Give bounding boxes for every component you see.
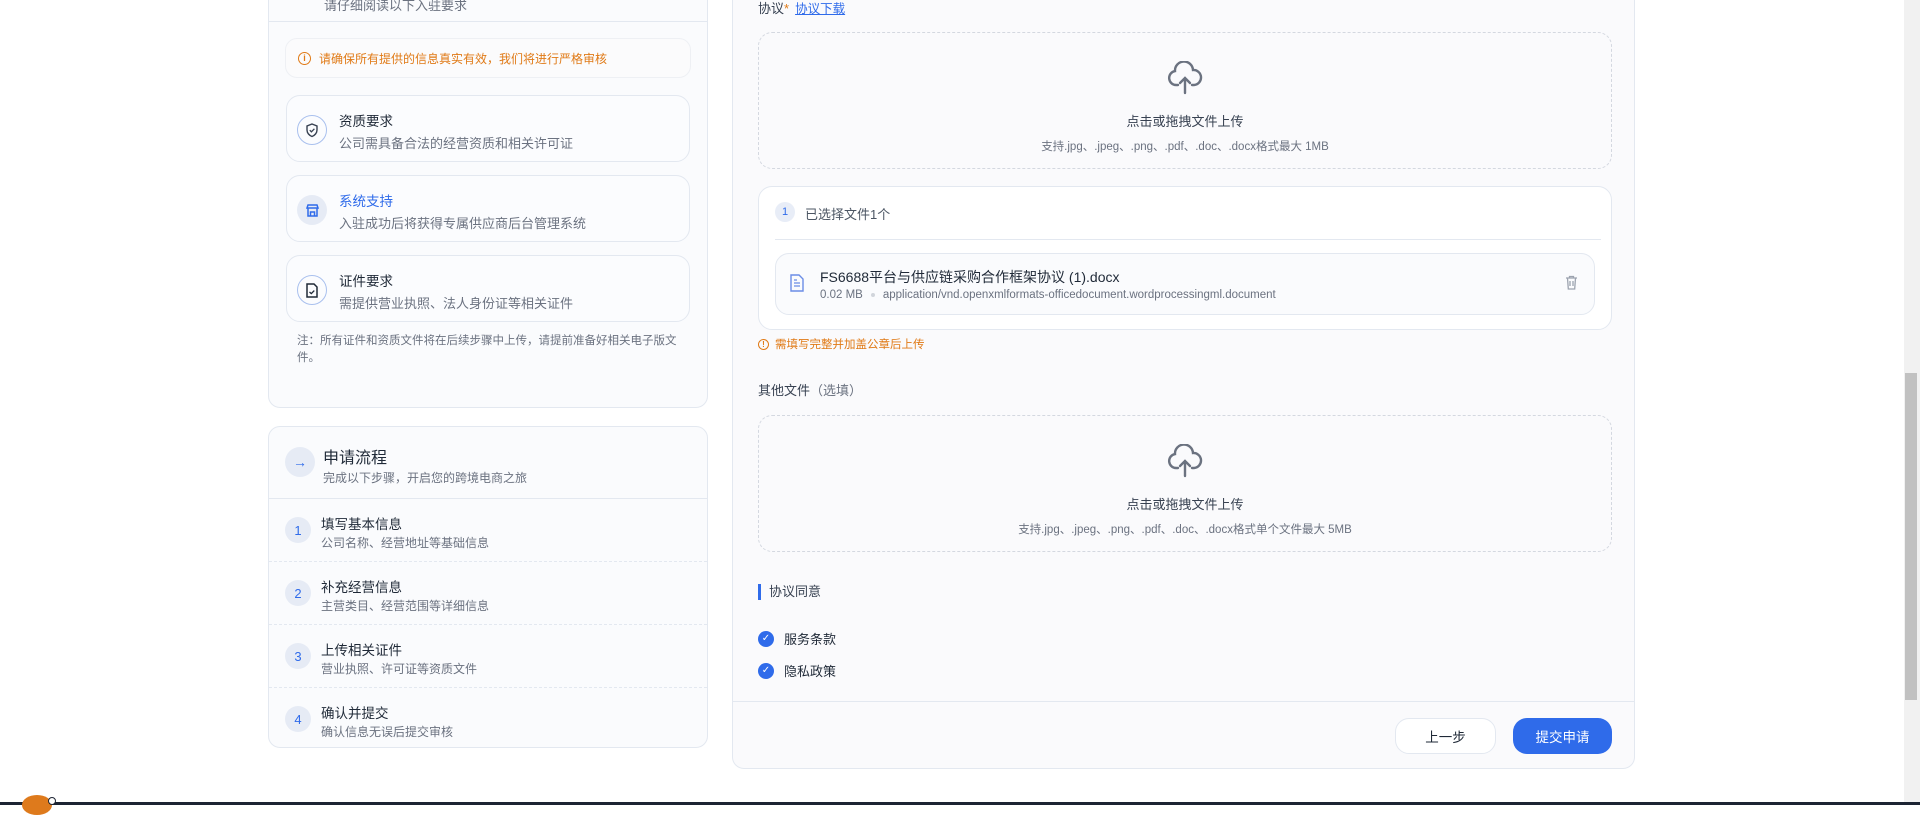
submit-application-button[interactable]: 提交申请 — [1513, 718, 1612, 754]
info-icon: i — [298, 51, 311, 65]
info-icon: ! — [758, 338, 769, 350]
trash-icon[interactable] — [1565, 275, 1578, 295]
upload-form-panel: 协议* 协议下载 点击或拖拽文件上传 支持.jpg、.jpeg、.png、.pdf… — [732, 0, 1635, 769]
step-desc: 公司名称、经营地址等基础信息 — [321, 536, 490, 550]
privacy-checkbox[interactable]: ✓ 隐私政策 — [758, 661, 836, 680]
document-icon — [790, 274, 804, 297]
warning-banner: i 请确保所有提供的信息真实有效，我们将进行严格审核 — [285, 38, 691, 78]
upload-hint: 支持.jpg、.jpeg、.png、.pdf、.doc、.docx格式最大 1M… — [1041, 141, 1329, 153]
other-files-upload-dropzone[interactable]: 点击或拖拽文件上传 支持.jpg、.jpeg、.png、.pdf、.doc、.d… — [758, 415, 1612, 552]
file-size: 0.02 MB — [820, 289, 863, 301]
requirement-desc: 入驻成功后将获得专属供应商后台管理系统 — [339, 216, 587, 231]
process-step: 1 填写基本信息 公司名称、经营地址等基础信息 — [269, 499, 707, 562]
process-step: 3 上传相关证件 营业执照、许可证等资质文件 — [269, 625, 707, 688]
requirements-card: 请仔细阅读以下入驻要求 i 请确保所有提供的信息真实有效，我们将进行严格审核 资… — [268, 0, 708, 408]
requirement-desc: 需提供营业执照、法人身份证等相关证件 — [339, 296, 574, 311]
cloud-upload-icon — [759, 61, 1611, 95]
file-type: application/vnd.openxmlformats-officedoc… — [882, 289, 1276, 301]
warning-text: 请确保所有提供的信息真实有效，我们将进行严格审核 — [319, 51, 608, 66]
requirement-item: 资质要求 公司需具备合法的经营资质和相关许可证 — [286, 95, 690, 162]
file-name: FS6688平台与供应链采购合作框架协议 (1).docx — [820, 269, 1120, 285]
mascot-eye-icon — [48, 797, 56, 805]
selected-files-panel: 1 已选择文件1个 FS6688平台与供应链采购合作框架协议 (1).docx … — [758, 186, 1612, 330]
other-files-label: 其他文件（选填） — [758, 383, 863, 398]
agreement-label: 协议* 协议下载 — [758, 1, 846, 16]
upload-title: 点击或拖拽文件上传 — [1126, 114, 1244, 129]
process-step: 4 确认并提交 确认信息无误后提交审核 — [269, 688, 707, 751]
cloud-upload-icon — [759, 444, 1611, 478]
requirement-title: 系统支持 — [339, 194, 393, 209]
divider — [775, 239, 1601, 240]
process-subtitle: 完成以下步骤，开启您的跨境电商之旅 — [323, 471, 528, 485]
step-desc: 营业执照、许可证等资质文件 — [321, 662, 478, 676]
step-desc: 主营类目、经营范围等详细信息 — [321, 599, 490, 613]
stamp-warning: ! 需填写完整并加盖公章后上传 — [758, 336, 925, 352]
mascot-icon[interactable] — [22, 795, 52, 815]
agreement-download-link[interactable]: 协议下载 — [795, 2, 845, 16]
previous-step-button[interactable]: 上一步 — [1395, 718, 1496, 754]
requirements-subtitle: 请仔细阅读以下入驻要求 — [324, 0, 468, 13]
step-desc: 确认信息无误后提交审核 — [321, 725, 454, 739]
check-icon: ✓ — [758, 662, 774, 679]
step-number: 2 — [285, 580, 311, 606]
file-check-icon — [297, 275, 327, 305]
step-number: 1 — [285, 517, 311, 543]
process-title: 申请流程 — [323, 450, 388, 467]
upload-title: 点击或拖拽文件上传 — [1126, 497, 1244, 512]
terms-checkbox[interactable]: ✓ 服务条款 — [758, 629, 836, 648]
upload-hint: 支持.jpg、.jpeg、.png、.pdf、.doc、.docx格式单个文件最… — [1018, 524, 1352, 536]
shield-check-icon — [297, 115, 327, 145]
file-item: FS6688平台与供应链采购合作框架协议 (1).docx 0.02 MB app… — [775, 253, 1595, 315]
check-icon: ✓ — [758, 630, 774, 647]
selected-files-label: 已选择文件1个 — [805, 207, 891, 222]
consent-section-title: 协议同意 — [758, 584, 821, 600]
process-card: → 申请流程 完成以下步骤，开启您的跨境电商之旅 1 填写基本信息 公司名称、经… — [268, 426, 708, 748]
requirement-title: 资质要求 — [339, 114, 393, 129]
required-mark: * — [784, 1, 790, 16]
step-title: 确认并提交 — [321, 706, 389, 721]
agreement-upload-dropzone[interactable]: 点击或拖拽文件上传 支持.jpg、.jpeg、.png、.pdf、.doc、.d… — [758, 32, 1612, 169]
step-title: 填写基本信息 — [321, 517, 402, 532]
requirements-note: 注：所有证件和资质文件将在后续步骤中上传，请提前准备好相关电子版文件。 — [297, 335, 677, 364]
file-count-badge: 1 — [775, 202, 795, 222]
file-meta: 0.02 MB application/vnd.openxmlformats-of… — [820, 289, 1276, 301]
step-number: 4 — [285, 706, 311, 732]
requirement-item: 系统支持 入驻成功后将获得专属供应商后台管理系统 — [286, 175, 690, 242]
step-title: 补充经营信息 — [321, 580, 402, 595]
process-header: → 申请流程 完成以下步骤，开启您的跨境电商之旅 — [269, 427, 707, 499]
divider — [733, 701, 1634, 702]
requirement-desc: 公司需具备合法的经营资质和相关许可证 — [339, 136, 574, 151]
step-title: 上传相关证件 — [321, 643, 402, 658]
requirement-item: 证件要求 需提供营业执照、法人身份证等相关证件 — [286, 255, 690, 322]
scrollbar-thumb[interactable] — [1905, 373, 1917, 700]
requirement-title: 证件要求 — [339, 274, 393, 289]
store-icon — [297, 195, 327, 225]
process-step: 2 补充经营信息 主营类目、经营范围等详细信息 — [269, 562, 707, 625]
step-number: 3 — [285, 643, 311, 669]
divider — [269, 21, 707, 22]
arrow-right-icon: → — [285, 447, 315, 477]
